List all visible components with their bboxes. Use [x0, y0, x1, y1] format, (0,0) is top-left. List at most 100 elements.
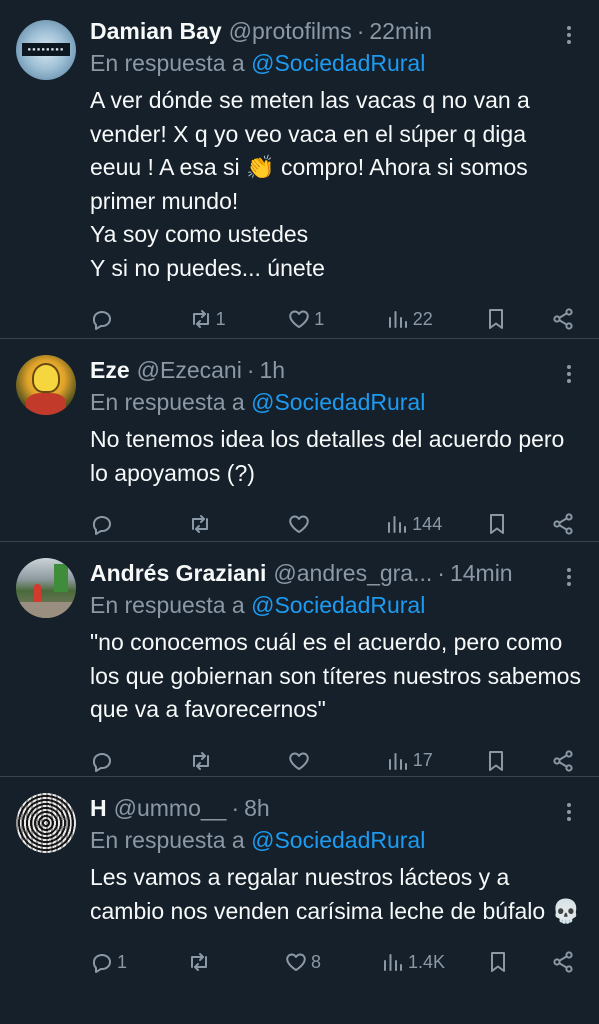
- reply-context: En respuesta a @SociedadRural: [90, 590, 583, 620]
- retweet-count: 1: [215, 308, 226, 329]
- tweet[interactable]: ▪▪▪▪▪▪▪▪ Damian Bay @protofilms · 22min …: [0, 0, 599, 339]
- tweet-text: A ver dónde se meten las vacas q no van …: [90, 87, 530, 281]
- heart-icon: [286, 953, 306, 971]
- reply-icon: [92, 752, 111, 772]
- tweet-text: No tenemos idea los detalles del acuerdo…: [90, 426, 571, 486]
- views-chart-icon: [383, 954, 402, 971]
- share-icon: [553, 951, 573, 973]
- like-button[interactable]: 8: [284, 950, 340, 974]
- bookmark-button[interactable]: [484, 307, 508, 331]
- author-handle[interactable]: @andres_gra...: [273, 558, 432, 588]
- avatar[interactable]: [16, 793, 76, 853]
- share-button[interactable]: [551, 950, 575, 974]
- like-button[interactable]: 1: [287, 307, 343, 331]
- tweet[interactable]: Eze @Ezecani · 1h En respuesta a @Socied…: [0, 339, 599, 542]
- reply-icon: [92, 954, 111, 973]
- view-count: 22: [412, 308, 433, 329]
- retweet-icon: [192, 515, 209, 533]
- timestamp[interactable]: 22min: [369, 16, 432, 46]
- more-options-button[interactable]: [561, 562, 577, 592]
- retweet-icon: [192, 310, 209, 328]
- author-handle[interactable]: @protofilms: [229, 16, 352, 46]
- action-bar: 1 8 1.4K: [90, 936, 583, 988]
- reply-context: En respuesta a @SociedadRural: [90, 825, 583, 855]
- mention-link[interactable]: @SociedadRural: [251, 50, 425, 76]
- like-count: 1: [314, 308, 325, 329]
- separator-dot: ·: [437, 560, 445, 586]
- like-button[interactable]: [287, 749, 343, 773]
- reply-button[interactable]: [90, 749, 146, 773]
- avatar[interactable]: [16, 355, 76, 415]
- timestamp[interactable]: 14min: [450, 558, 513, 588]
- separator-dot: ·: [356, 18, 365, 44]
- reply-prefix: En respuesta a: [90, 592, 245, 618]
- reply-button[interactable]: [90, 512, 146, 536]
- like-button[interactable]: [287, 512, 343, 536]
- tweet[interactable]: Andrés Graziani @andres_gra... · 14min E…: [0, 542, 599, 777]
- reply-button[interactable]: 1: [90, 950, 146, 974]
- more-options-button[interactable]: [561, 797, 577, 827]
- reply-prefix: En respuesta a: [90, 389, 245, 415]
- retweet-button[interactable]: [187, 950, 243, 974]
- share-button[interactable]: [551, 749, 575, 773]
- reply-context: En respuesta a @SociedadRural: [90, 387, 583, 417]
- view-count: 17: [412, 750, 433, 770]
- like-count: 8: [310, 951, 321, 972]
- bookmark-button[interactable]: [484, 749, 508, 773]
- share-button[interactable]: [551, 512, 575, 536]
- views-button[interactable]: 144: [385, 512, 442, 536]
- reply-count: 1: [117, 951, 128, 972]
- heart-icon: [289, 515, 309, 533]
- author-name[interactable]: Damian Bay: [90, 16, 222, 46]
- bookmark-button[interactable]: [485, 512, 509, 536]
- share-button[interactable]: [551, 307, 575, 331]
- heart-icon: [289, 752, 309, 770]
- share-icon: [553, 308, 573, 330]
- mention-link[interactable]: @SociedadRural: [251, 592, 425, 618]
- retweet-button[interactable]: 1: [189, 307, 245, 331]
- author-name[interactable]: H: [90, 793, 107, 823]
- views-button[interactable]: 17: [386, 749, 442, 773]
- tweet[interactable]: H @ummo__ · 8h En respuesta a @SociedadR…: [0, 777, 599, 1024]
- reply-icon: [92, 311, 111, 330]
- protofilms-logo-icon: ▪▪▪▪▪▪▪▪: [22, 43, 70, 56]
- reply-icon: [92, 516, 111, 535]
- avatar[interactable]: ▪▪▪▪▪▪▪▪: [16, 20, 76, 80]
- retweet-icon: [192, 751, 209, 770]
- separator-dot: ·: [231, 795, 240, 821]
- author-name[interactable]: Andrés Graziani: [90, 558, 266, 588]
- avatar[interactable]: [16, 558, 76, 618]
- author-handle[interactable]: @Ezecani: [137, 355, 242, 385]
- retweet-button[interactable]: [189, 749, 245, 773]
- share-icon: [553, 513, 573, 535]
- mention-link[interactable]: @SociedadRural: [251, 389, 425, 415]
- author-handle[interactable]: @ummo__: [114, 793, 227, 823]
- views-button[interactable]: 22: [386, 307, 442, 331]
- views-button[interactable]: 1.4K: [381, 950, 445, 974]
- view-count: 1.4K: [407, 951, 445, 972]
- view-count: 144: [412, 513, 443, 534]
- reply-prefix: En respuesta a: [90, 827, 245, 853]
- separator-dot: ·: [246, 357, 255, 383]
- bookmark-icon: [489, 750, 504, 771]
- author-name[interactable]: Eze: [90, 355, 130, 385]
- bookmark-icon: [489, 309, 504, 329]
- tweet-text: Les vamos a regalar nuestros lácteos y a…: [90, 864, 581, 924]
- bookmark-button[interactable]: [486, 950, 510, 974]
- more-options-button[interactable]: [561, 359, 577, 389]
- mention-link[interactable]: @SociedadRural: [251, 827, 425, 853]
- heart-icon: [289, 310, 309, 328]
- timestamp[interactable]: 1h: [260, 355, 286, 385]
- reply-prefix: En respuesta a: [90, 50, 245, 76]
- views-chart-icon: [388, 516, 407, 533]
- more-options-button[interactable]: [561, 20, 577, 50]
- reply-button[interactable]: [90, 307, 146, 331]
- bookmark-icon: [490, 952, 505, 972]
- op-art-pattern-icon: [16, 793, 76, 853]
- retweet-button[interactable]: [188, 512, 244, 536]
- reply-feed: ▪▪▪▪▪▪▪▪ Damian Bay @protofilms · 22min …: [0, 0, 599, 1024]
- views-chart-icon: [388, 752, 407, 770]
- bookmark-icon: [489, 514, 504, 534]
- tweet-text: "no conocemos cuál es el acuerdo, pero c…: [90, 629, 588, 722]
- timestamp[interactable]: 8h: [244, 793, 270, 823]
